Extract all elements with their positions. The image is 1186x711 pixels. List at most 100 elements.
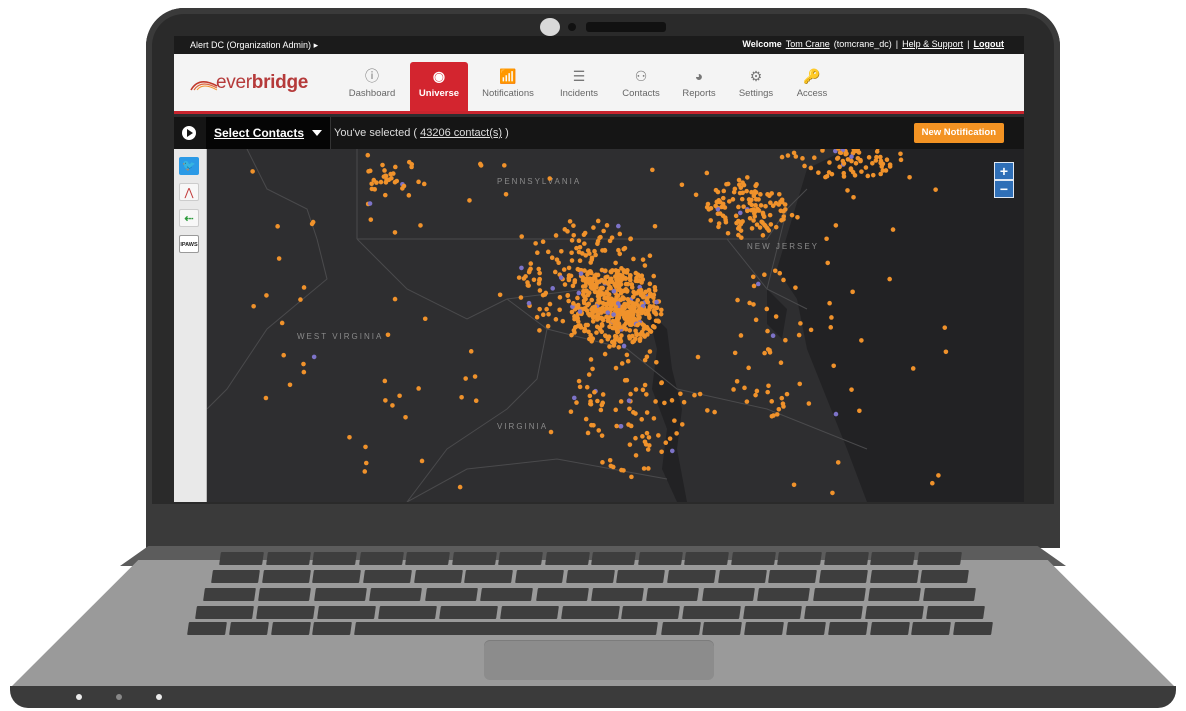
contact-dot [672,418,677,423]
main-nav: everbridge ⓘ Dashboard ◉ Universe 📶 Noti… [174,54,1024,114]
contact-dot [765,347,771,352]
org-switcher[interactable]: Alert DC (Organization Admin) ▸ [190,40,318,51]
ipaws-icon[interactable]: IPAWS [179,235,199,253]
contact-dot [758,203,764,208]
contact-dot [585,430,591,436]
contact-dot [712,409,717,415]
contact-dot [760,210,766,216]
contact-dot [741,182,747,188]
contact-dot [776,406,782,412]
contact-dot [880,168,886,173]
contact-dot [537,288,543,293]
contact-dot [639,273,645,279]
contact-dot [298,297,303,302]
dashboard-icon: ⓘ [365,68,379,84]
contact-dot [641,466,647,471]
contact-dot [409,164,414,170]
help-support-link[interactable]: Help & Support [902,39,963,49]
everbridge-icon[interactable]: ⋀ [179,183,199,201]
contact-dot [547,301,553,307]
share-icon[interactable]: ⇠ [179,209,199,227]
contact-dot [878,154,883,160]
contact-dot [597,325,602,331]
contact-dot [592,389,597,395]
contact-dot [519,234,525,239]
contact-dot [791,482,797,488]
contact-dot [540,239,546,244]
everbridge-logo[interactable]: everbridge [190,70,310,96]
contact-dot [768,222,774,227]
contact-dot [716,198,722,203]
contact-dot [638,287,644,293]
contact-dot [590,315,596,320]
user-name-link[interactable]: Tom Crane [786,39,830,49]
select-contacts-dropdown[interactable]: Select Contacts [206,117,331,149]
contact-dot [275,224,280,229]
contact-dot [739,196,745,202]
contacts-map[interactable]: PENNSYLVANIA NEW JERSEY WEST VIRGINIA VI… [207,149,1024,502]
contact-dot [589,297,595,303]
gear-icon: ⚙ [749,68,763,84]
logout-link[interactable]: Logout [974,39,1005,49]
contact-dot [641,326,647,332]
contact-dot [592,306,598,311]
contact-dot [640,309,646,315]
contact-dot [640,387,646,393]
contact-dot [783,337,788,343]
contact-dot [628,236,633,241]
contact-dot [584,384,590,390]
contact-dot [795,214,800,220]
selected-count-link[interactable]: 43206 contact(s) [420,127,502,139]
nav-access[interactable]: 🔑 Access [790,62,834,111]
nav-label: Reports [682,88,716,99]
contact-dot [311,354,317,360]
contact-dot [580,284,586,289]
nav-reports[interactable]: ◕ Reports [676,62,722,111]
contact-dot [745,175,750,180]
contact-dot [503,191,509,197]
contact-dot [778,360,784,366]
contact-dot [416,179,421,185]
contact-dot [859,169,864,174]
contact-dot [599,433,605,438]
contact-dot [347,434,352,440]
contact-dot [843,151,848,157]
contact-dot [762,350,767,356]
new-notification-button[interactable]: New Notification [913,123,1004,143]
nav-notifications[interactable]: 📶 Notifications [476,62,540,111]
contact-dot [930,480,935,486]
contact-dot [403,414,408,420]
zoom-out-button[interactable]: − [994,180,1014,198]
contact-dot [659,449,664,455]
contact-dot [581,232,587,238]
nav-contacts[interactable]: ⚇ Contacts [616,62,666,111]
contact-dot [611,312,616,317]
contact-dot [737,210,743,216]
contact-dot [627,442,633,447]
contact-dot [390,403,395,408]
nav-incidents[interactable]: ☰ Incidents [552,62,606,111]
contact-dot [599,402,605,408]
contact-dot [610,325,615,331]
contact-dot [633,435,638,441]
play-icon [182,126,196,140]
contact-dot [766,383,771,389]
contact-dot [622,306,627,311]
contact-dot [264,293,269,298]
panel-toggle-button[interactable] [174,117,204,149]
contact-dot [557,307,562,313]
contact-dot [301,369,307,375]
nav-universe[interactable]: ◉ Universe [410,62,468,111]
contact-dot [537,306,542,312]
contact-dot [568,409,574,414]
nav-dashboard[interactable]: ⓘ Dashboard [344,62,400,111]
contact-dot [549,255,555,261]
contact-dot [497,292,503,298]
user-handle: (tomcrane_dc) [833,39,892,49]
zoom-in-button[interactable]: + [994,162,1014,180]
contact-dot [619,266,624,271]
contact-dot [884,157,890,162]
contact-dot [740,219,745,224]
twitter-icon[interactable]: 🐦 [179,157,199,175]
nav-settings[interactable]: ⚙ Settings [732,62,780,111]
